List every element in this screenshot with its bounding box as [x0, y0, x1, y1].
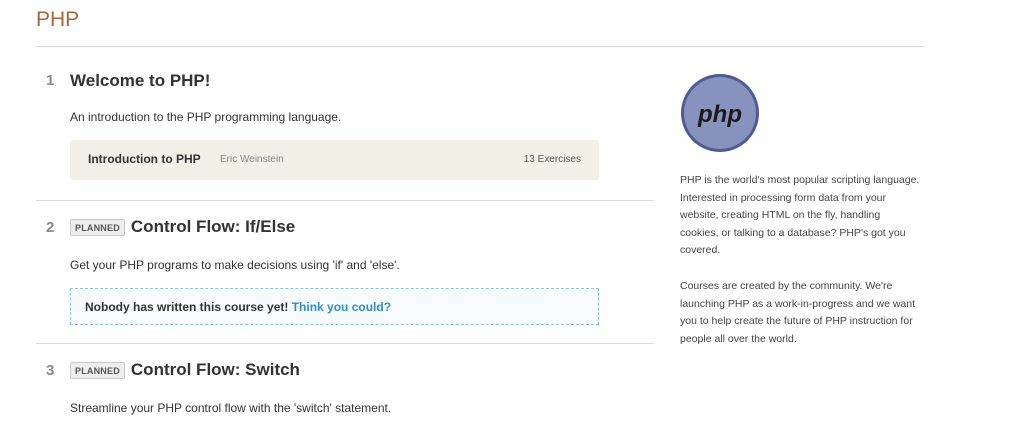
page-title: PHP: [36, 8, 80, 31]
section-title[interactable]: Welcome to PHP!: [70, 71, 210, 91]
php-logo: php: [681, 74, 759, 152]
title-divider: [36, 46, 924, 47]
section-3: 3 PLANNED Control Flow: Switch Streamlin…: [36, 344, 654, 422]
section-number: 3: [46, 362, 55, 379]
think-you-could-link[interactable]: Think you could?: [292, 300, 391, 314]
section-description: An introduction to the PHP programming l…: [70, 110, 342, 124]
planned-badge: PLANNED: [70, 361, 125, 379]
section-1: 1 Welcome to PHP! An introduction to the…: [36, 60, 654, 201]
course-author: Eric Weinstein: [220, 154, 284, 165]
empty-notice-message: Nobody has written this course yet!: [85, 300, 289, 314]
course-card[interactable]: Introduction to PHP Eric Weinstein 13 Ex…: [70, 140, 599, 180]
section-description: Streamline your PHP control flow with th…: [70, 401, 392, 415]
sidebar-community-note: Courses are created by the community. We…: [680, 280, 916, 345]
empty-course-notice: Nobody has written this course yet! Thin…: [70, 288, 599, 325]
section-title-text: Control Flow: If/Else: [130, 217, 296, 236]
planned-badge: PLANNED: [70, 218, 125, 236]
exercise-count: 13 Exercises: [523, 154, 581, 165]
section-number: 1: [46, 72, 55, 89]
section-number: 2: [46, 219, 55, 236]
course-name[interactable]: Introduction to PHP: [88, 152, 201, 166]
logo-text: php: [697, 101, 742, 128]
section-title: PLANNED Control Flow: If/Else: [70, 217, 295, 237]
section-title: PLANNED Control Flow: Switch: [70, 360, 300, 380]
empty-notice-text: Nobody has written this course yet! Thin…: [85, 300, 391, 314]
section-description: Get your PHP programs to make decisions …: [70, 258, 400, 272]
section-2: 2 PLANNED Control Flow: If/Else Get your…: [36, 200, 654, 344]
section-title-text[interactable]: Welcome to PHP!: [70, 71, 210, 91]
sidebar-description: PHP is the world's most popular scriptin…: [680, 174, 920, 256]
section-title-text: Control Flow: Switch: [130, 360, 300, 379]
